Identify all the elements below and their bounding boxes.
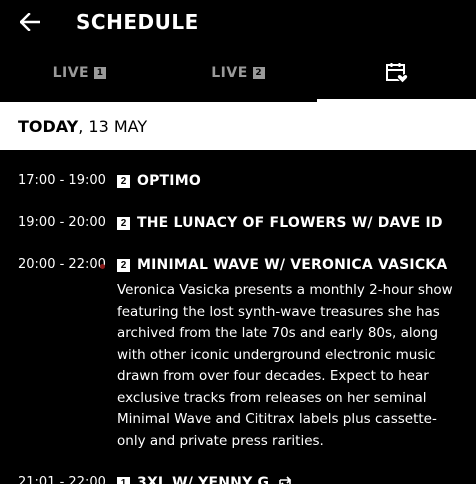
tab-bar: LIVE 1 LIVE 2 [0, 44, 476, 102]
channel-badge: 2 [117, 174, 130, 188]
show-time: 17:00 - 19:00 [18, 173, 106, 188]
today-label: TODAY [18, 116, 79, 136]
schedule-item[interactable]: 20:00 - 22:00 2 MINIMAL WAVE W/ VERONICA… [0, 244, 476, 462]
show-title: MINIMAL WAVE W/ VERONICA VASICKA [137, 257, 448, 273]
show-time: 19:00 - 20:00 [18, 215, 106, 230]
channel-badge: 1 [117, 476, 130, 484]
schedule-item[interactable]: 21:01 - 22:00 1 3XL W/ YENNY G [0, 462, 476, 484]
tab-label: LIVE [211, 65, 248, 81]
channel-badge: 2 [252, 67, 265, 79]
schedule-item[interactable]: 19:00 - 20:00 2 THE LUNACY OF FLOWERS W/… [0, 202, 476, 244]
show-title: 3XL W/ YENNY G [137, 475, 270, 484]
show-title: THE LUNACY OF FLOWERS W/ DAVE ID [137, 215, 443, 231]
show-time: 21:01 - 22:00 [18, 475, 106, 484]
tab-label: LIVE [52, 65, 90, 81]
channel-badge: 2 [117, 258, 130, 272]
repeat-icon [277, 476, 293, 484]
page-title: SCHEDULE [76, 10, 199, 34]
channel-badge: 1 [94, 67, 107, 79]
show-description: Veronica Vasicka presents a monthly 2-ho… [117, 282, 453, 449]
schedule-list: 17:00 - 19:00 2 OPTIMO 19:00 - 20:00 2 T… [0, 150, 476, 484]
live-indicator-dot [100, 264, 105, 269]
date-header: TODAY , 13 MAY [0, 102, 476, 150]
schedule-item[interactable]: 17:00 - 19:00 2 OPTIMO [0, 160, 476, 202]
tab-live-2[interactable]: LIVE 2 [159, 44, 318, 102]
app-header: SCHEDULE [0, 0, 476, 44]
calendar-heart-icon [385, 63, 408, 84]
schedule-screen: SCHEDULE LIVE 1 LIVE 2 TODAY , 13 MAY 17… [0, 0, 476, 484]
show-title: OPTIMO [137, 173, 201, 189]
date-label: , 13 MAY [78, 116, 148, 136]
tab-live-1[interactable]: LIVE 1 [0, 44, 159, 102]
show-time: 20:00 - 22:00 [18, 257, 106, 272]
channel-badge: 2 [117, 216, 130, 230]
tab-schedule[interactable] [317, 44, 476, 102]
back-button[interactable] [18, 10, 42, 34]
arrow-left-icon [20, 13, 40, 31]
